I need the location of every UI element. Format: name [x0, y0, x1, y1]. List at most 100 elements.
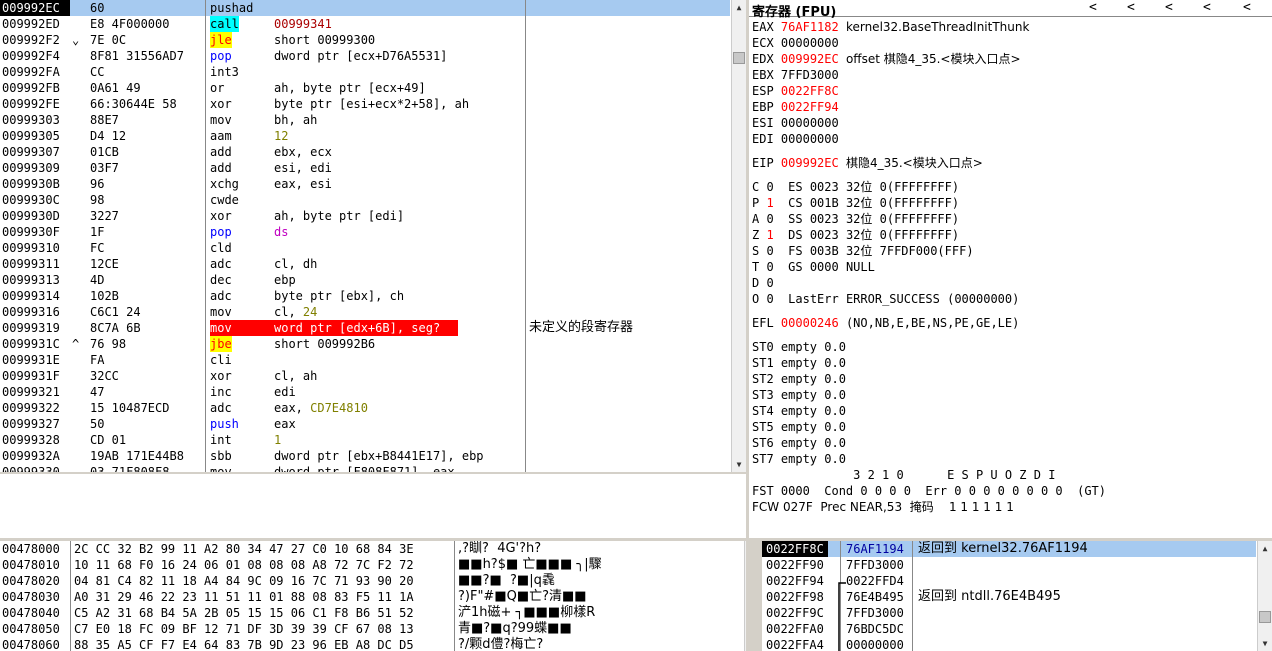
register-eip[interactable]: EIP 009992EC 棋隐4_35.<模块入口点> — [752, 155, 983, 171]
disasm-row[interactable]: 00999330 03 71F808F8 mov dword ptr [F808F87… — [0, 464, 730, 472]
fpu-register[interactable]: ST1 empty 0.0 — [752, 355, 846, 371]
register-value[interactable]: 00000000 — [781, 116, 839, 130]
flag-value[interactable]: 1 — [766, 196, 773, 210]
flag-p[interactable]: P 1 CS 001B 32位 0(FFFFFFFF) — [752, 195, 959, 211]
scroll-left-icon[interactable]: < — [1127, 0, 1135, 15]
disasm-row[interactable]: 009992EC 60 pushad — [0, 0, 730, 16]
scroll-thumb[interactable] — [1259, 611, 1271, 623]
disasm-row[interactable]: 00999307 01CB add ebx, ecx — [0, 144, 730, 160]
flag-value[interactable]: 0 — [766, 292, 773, 306]
register-value[interactable]: 009992EC — [781, 52, 839, 66]
disasm-row[interactable]: 009992FB 0A61 49 or ah, byte ptr [ecx+49] — [0, 80, 730, 96]
scroll-up-icon[interactable]: ▲ — [732, 0, 746, 15]
fpu-register[interactable]: ST7 empty 0.0 — [752, 451, 846, 467]
register-value[interactable]: 0022FF94 — [781, 100, 839, 114]
flag-value[interactable]: 0 — [766, 260, 773, 274]
flag-value[interactable]: 0 — [766, 244, 773, 258]
register-value[interactable]: 7FFD3000 — [781, 68, 839, 82]
flag-c[interactable]: C 0 ES 0023 32位 0(FFFFFFFF) — [752, 179, 959, 195]
register-ebx[interactable]: EBX 7FFD3000 — [752, 67, 839, 83]
register-edi[interactable]: EDI 00000000 — [752, 131, 839, 147]
register-ebp[interactable]: EBP 0022FF94 — [752, 99, 839, 115]
flag-d[interactable]: D 0 — [752, 275, 788, 291]
flag-z[interactable]: Z 1 DS 0023 32位 0(FFFFFFFF) — [752, 227, 959, 243]
fpu-register[interactable]: ST6 empty 0.0 — [752, 435, 846, 451]
fpu-control-word[interactable]: FCW 027F Prec NEAR,53 掩码 1 1 1 1 1 1 — [752, 499, 1014, 515]
disasm-row[interactable]: 00999328 CD 01 int 1 — [0, 432, 730, 448]
disasm-row[interactable]: 00999313 4D dec ebp — [0, 272, 730, 288]
disasm-row[interactable]: 009992FE 66:30644E 58 xor byte ptr [esi+ecx… — [0, 96, 730, 112]
registers-pane[interactable]: 寄存器 (FPU) < < < < < EAX 76AF1182 kernel3… — [749, 0, 1272, 538]
disasm-row[interactable]: 00999309 03F7 add esi, edi — [0, 160, 730, 176]
flag-a[interactable]: A 0 SS 0023 32位 0(FFFFFFFF) — [752, 211, 959, 227]
register-esp[interactable]: ESP 0022FF8C — [752, 83, 839, 99]
dump-ascii[interactable]: ,?瞓? 4G'?h? — [458, 541, 541, 557]
fpu-register[interactable]: ST3 empty 0.0 — [752, 387, 846, 403]
register-value[interactable]: 76AF1182 — [781, 20, 839, 34]
scroll-left-icon[interactable]: < — [1089, 0, 1097, 15]
dump-ascii[interactable]: ■■h?$■ 亡■■■ ╮|驟 — [458, 557, 602, 573]
dump-ascii[interactable]: ?/颗d僼?梅亡? — [458, 637, 543, 651]
dump-hex[interactable]: 88 35 A5 CF F7 E4 64 83 7B 9D 23 96 EB A… — [74, 637, 414, 651]
disasm-row[interactable]: 00999303 88E7 mov bh, ah — [0, 112, 730, 128]
dump-ascii[interactable]: 青■?■q?99蝶■■ — [458, 621, 572, 637]
dump-address[interactable]: 00478050 — [2, 621, 60, 637]
disasm-row[interactable]: 00999319 8C7A 6B mov word ptr [edx+6B], seg… — [0, 320, 730, 336]
disasm-row[interactable]: 0099931F 32CC xor cl, ah — [0, 368, 730, 384]
flag-value[interactable]: 1 — [766, 228, 773, 242]
disasm-row[interactable]: 00999310 FC cld — [0, 240, 730, 256]
disasm-row[interactable]: 00999305 D4 12 aam 12 — [0, 128, 730, 144]
registers-header[interactable]: 寄存器 (FPU) < < < < < — [749, 0, 1272, 20]
dump-ascii[interactable]: 浐1h磁+ ┐■■■柳樣R — [458, 605, 595, 621]
register-eax[interactable]: EAX 76AF1182 kernel32.BaseThreadInitThun… — [752, 19, 1029, 35]
disasm-row[interactable]: 00999311 12CE adc cl, dh — [0, 256, 730, 272]
memory-dump-pane[interactable]: 00478000 2C CC 32 B2 99 11 A2 80 34 47 27… — [0, 541, 746, 651]
dump-ascii[interactable]: ?)F"#■Q■亡?清■■ — [458, 589, 587, 605]
fpu-register[interactable]: ST0 empty 0.0 — [752, 339, 846, 355]
dump-hex[interactable]: 04 81 C4 82 11 18 A4 84 9C 09 16 7C 71 9… — [74, 573, 414, 589]
dump-hex[interactable]: C5 A2 31 68 B4 5A 2B 05 15 15 06 C1 F8 B… — [74, 605, 414, 621]
scroll-down-icon[interactable]: ▼ — [745, 636, 746, 651]
register-esi[interactable]: ESI 00000000 — [752, 115, 839, 131]
dump-address[interactable]: 00478020 — [2, 573, 60, 589]
fpu-status-word[interactable]: FST 0000 Cond 0 0 0 0 Err 0 0 0 0 0 0 0 … — [752, 483, 1106, 499]
disasm-row[interactable]: 0099930D 3227 xor ah, byte ptr [edi] — [0, 208, 730, 224]
disasm-row[interactable]: 009992F2 ⌄ 7E 0C jle short 00999300 — [0, 32, 730, 48]
register-value[interactable]: 00000000 — [781, 36, 839, 50]
flag-value[interactable]: 0 — [766, 276, 773, 290]
fpu-register[interactable]: ST2 empty 0.0 — [752, 371, 846, 387]
stack-row[interactable]: 0022FF90 7FFD3000 — [762, 557, 1256, 573]
stack-pane[interactable]: 0022FF8C 76AF1194 返回到 kernel32.76AF1194 002… — [762, 541, 1272, 651]
disassembly-pane[interactable]: 009992EC 60 pushad 009992ED E8 4F000000 call 0… — [0, 0, 746, 472]
disasm-row[interactable]: 00999322 15 10487ECD adc eax, CD7E4810 — [0, 400, 730, 416]
dump-address[interactable]: 00478000 — [2, 541, 60, 557]
dump-hex[interactable]: 2C CC 32 B2 99 11 A2 80 34 47 27 C0 10 6… — [74, 541, 414, 557]
flag-s[interactable]: S 0 FS 003B 32位 7FFDF000(FFF) — [752, 243, 974, 259]
disasm-row[interactable]: 00999327 50 push eax — [0, 416, 730, 432]
dump-address[interactable]: 00478010 — [2, 557, 60, 573]
flag-o[interactable]: O 0 LastErr ERROR_SUCCESS (00000000) — [752, 291, 1019, 307]
dump-scrollbar[interactable]: ▲ ▼ — [744, 541, 746, 651]
scroll-down-icon[interactable]: ▼ — [1258, 636, 1272, 651]
disasm-row[interactable]: 00999321 47 inc edi — [0, 384, 730, 400]
disasm-row[interactable]: 0099932A 19AB 171E44B8 sbb dword ptr [ebx+B… — [0, 448, 730, 464]
register-value[interactable]: 0022FF8C — [781, 84, 839, 98]
flag-value[interactable]: 0 — [766, 212, 773, 226]
dump-address[interactable]: 00478030 — [2, 589, 60, 605]
scroll-down-icon[interactable]: ▼ — [732, 457, 746, 472]
register-value[interactable]: 009992EC — [781, 156, 839, 170]
disasm-row[interactable]: 0099931C ^ 76 98 jbe short 009992B6 — [0, 336, 730, 352]
dump-hex[interactable]: 10 11 68 F0 16 24 06 01 08 08 08 A8 72 7… — [74, 557, 414, 573]
register-ecx[interactable]: ECX 00000000 — [752, 35, 839, 51]
disasm-row[interactable]: 00999314 102B adc byte ptr [ebx], ch — [0, 288, 730, 304]
stack-row[interactable]: 0022FF8C 76AF1194 返回到 kernel32.76AF1194 — [762, 541, 1256, 557]
disasm-row[interactable]: 0099930F 1F pop ds — [0, 224, 730, 240]
fpu-register[interactable]: ST4 empty 0.0 — [752, 403, 846, 419]
flag-value[interactable]: 0 — [766, 180, 773, 194]
disasm-row[interactable]: 009992FA CC int3 — [0, 64, 730, 80]
dump-address[interactable]: 00478060 — [2, 637, 60, 651]
dump-address[interactable]: 00478040 — [2, 605, 60, 621]
scroll-up-icon[interactable]: ▲ — [745, 541, 746, 556]
dump-hex[interactable]: A0 31 29 46 22 23 11 51 11 01 88 08 83 F… — [74, 589, 414, 605]
disasm-row[interactable]: 0099931E FA cli — [0, 352, 730, 368]
